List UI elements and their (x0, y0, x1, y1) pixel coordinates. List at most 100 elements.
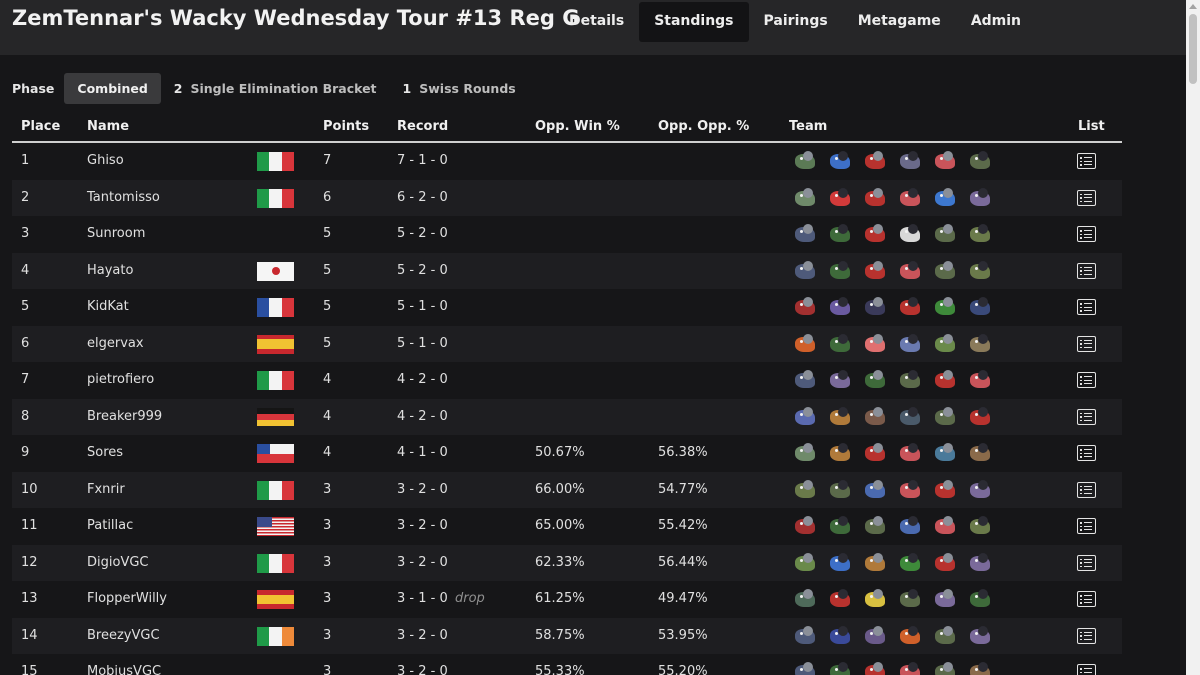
row-place: 11 (21, 518, 38, 533)
phase-combined-button[interactable]: Combined (64, 73, 161, 104)
row-points: 5 (323, 262, 332, 278)
row-record: 5 - 2 - 0 (397, 226, 448, 241)
row-record: 7 - 1 - 0 (397, 153, 448, 168)
list-icon[interactable] (1077, 408, 1096, 425)
pokemon-sprite-icon (965, 405, 996, 429)
row-player-name[interactable]: elgervax (87, 326, 144, 363)
list-icon[interactable] (1077, 591, 1096, 607)
flag-icon (257, 480, 294, 500)
row-player-name[interactable]: Patillac (87, 508, 133, 545)
row-place: 10 (21, 481, 38, 497)
table-row: 14 BreezyVGC 3 3 - 2 - 0 58.75% 53.95% (12, 617, 1122, 655)
list-icon[interactable] (1077, 153, 1096, 169)
pokemon-sprite-icon (860, 222, 891, 246)
pokemon-sprite-icon (825, 222, 856, 246)
standings-table: Place Name Points Record Opp. Win % Opp.… (12, 113, 1122, 675)
list-icon[interactable] (1077, 299, 1096, 315)
row-player-name[interactable]: KidKat (87, 289, 129, 326)
pokemon-sprite-icon (930, 624, 961, 648)
pokemon-sprite-icon (895, 660, 926, 675)
row-place: 15 (21, 664, 38, 675)
row-player-name[interactable]: DigioVGC (87, 545, 148, 582)
list-icon[interactable] (1077, 554, 1096, 571)
row-points: 3 (323, 518, 332, 533)
table-row: 5 KidKat 5 5 - 1 - 0 (12, 289, 1122, 326)
row-opp-win: 50.67% (535, 445, 585, 460)
row-player-name[interactable]: Hayato (87, 253, 133, 290)
row-points: 3 (323, 591, 332, 606)
pokemon-sprite-icon (860, 186, 891, 210)
tab-details[interactable]: Details (554, 2, 639, 42)
table-row: 3 Sunroom 5 5 - 2 - 0 (12, 216, 1122, 253)
team-sprites (790, 253, 1000, 290)
phase-swiss-button[interactable]: 1 Swiss Rounds (390, 73, 529, 104)
scroll-up-arrow-icon[interactable] (1189, 4, 1197, 9)
pokemon-sprite-icon (860, 551, 891, 575)
table-row: 9 Sores 4 4 - 1 - 0 50.67% 56.38% (12, 435, 1122, 472)
tab-admin[interactable]: Admin (956, 2, 1036, 42)
pokemon-sprite-icon (790, 587, 821, 611)
row-player-name[interactable]: Tantomisso (87, 180, 160, 217)
phase-single-elim-button[interactable]: 2 Single Elimination Bracket (161, 73, 390, 104)
tab-standings[interactable]: Standings (639, 2, 749, 42)
row-player-name[interactable]: Sores (87, 435, 123, 472)
phase-swiss-count: 1 (402, 81, 412, 96)
pokemon-sprite-icon (825, 295, 856, 319)
pokemon-sprite-icon (790, 368, 821, 392)
header-record[interactable]: Record (397, 119, 448, 134)
pokemon-sprite-icon (930, 478, 961, 502)
flag-icon (257, 444, 294, 463)
scroll-thumb[interactable] (1189, 14, 1197, 84)
row-record: 3 - 2 - 0 (397, 481, 448, 497)
header-opp-opp[interactable]: Opp. Opp. % (658, 119, 749, 134)
tab-pairings[interactable]: Pairings (749, 2, 843, 42)
row-player-name[interactable]: Fxnrir (87, 472, 125, 509)
list-icon[interactable] (1077, 335, 1096, 352)
header-points[interactable]: Points (323, 119, 369, 134)
pokemon-sprite-icon (930, 514, 961, 538)
row-record: 3 - 2 - 0 (397, 664, 448, 675)
list-icon[interactable] (1077, 664, 1096, 675)
pokemon-sprite-icon (930, 222, 961, 246)
phase-single-elim-label: Single Elimination Bracket (190, 81, 377, 96)
list-icon[interactable] (1077, 518, 1096, 534)
row-record: 3 - 2 - 0 (397, 518, 448, 533)
list-icon[interactable] (1077, 627, 1096, 644)
list-icon[interactable] (1077, 189, 1096, 206)
list-icon[interactable] (1077, 372, 1096, 388)
pokemon-sprite-icon (895, 222, 926, 246)
row-player-name[interactable]: MobiusVGC (87, 654, 161, 675)
header-place[interactable]: Place (21, 119, 60, 134)
team-sprites (790, 180, 1000, 217)
row-record: 4 - 2 - 0 (397, 372, 448, 387)
tournament-title: ZemTennar's Wacky Wednesday Tour #13 Reg… (12, 6, 580, 30)
row-player-name[interactable]: Ghiso (87, 143, 124, 180)
pokemon-sprite-icon (965, 441, 996, 465)
header-name[interactable]: Name (87, 119, 129, 134)
pokemon-sprite-icon (930, 332, 961, 356)
pokemon-sprite-icon (860, 405, 891, 429)
row-player-name[interactable]: Sunroom (87, 216, 145, 253)
row-player-name[interactable]: FlopperWilly (87, 581, 167, 618)
row-player-name[interactable]: pietrofiero (87, 362, 154, 399)
row-player-name[interactable]: Breaker999 (87, 399, 162, 436)
pokemon-sprite-icon (860, 149, 891, 173)
list-icon[interactable] (1077, 481, 1096, 498)
tab-metagame[interactable]: Metagame (843, 2, 956, 42)
row-player-name[interactable]: BreezyVGC (87, 618, 160, 655)
vertical-scrollbar[interactable] (1186, 0, 1200, 675)
table-row: 11 Patillac 3 3 - 2 - 0 65.00% 55.42% (12, 508, 1122, 545)
row-place: 13 (21, 591, 38, 606)
list-icon[interactable] (1077, 445, 1096, 461)
row-opp-win: 65.00% (535, 518, 585, 533)
pokemon-sprite-icon (965, 587, 996, 611)
header-opp-win[interactable]: Opp. Win % (535, 119, 620, 134)
row-record: 3 - 2 - 0 (397, 554, 448, 570)
table-row: 12 DigioVGC 3 3 - 2 - 0 62.33% 56.44% (12, 544, 1122, 582)
pokemon-sprite-icon (965, 332, 996, 356)
phase-swiss-label: Swiss Rounds (419, 81, 516, 96)
list-icon[interactable] (1077, 262, 1096, 279)
team-sprites (790, 581, 1000, 618)
list-icon[interactable] (1077, 226, 1096, 242)
pokemon-sprite-icon (825, 514, 856, 538)
